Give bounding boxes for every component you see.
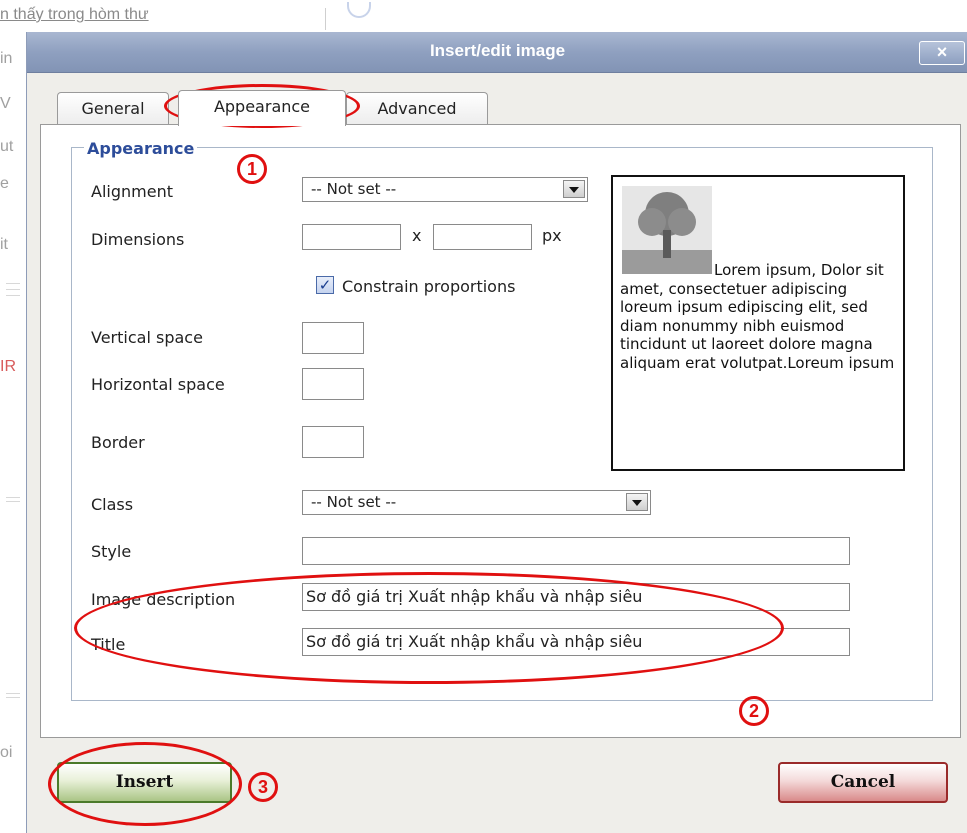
image-description-input[interactable]: Sơ đồ giá trị Xuất nhập khẩu và nhập siê…: [302, 583, 850, 611]
class-select-value: -- Not set --: [311, 493, 397, 511]
background-line: [6, 295, 20, 296]
dimensions-label: Dimensions: [91, 230, 185, 249]
background-link-text: n thấy trong hòm thư: [0, 6, 149, 23]
annotation-marker-2: 2: [739, 696, 769, 726]
class-label: Class: [91, 495, 134, 514]
title-label: Title: [91, 635, 126, 654]
title-input[interactable]: Sơ đồ giá trị Xuất nhập khẩu và nhập siê…: [302, 628, 850, 656]
background-fragment: V: [0, 95, 11, 112]
insert-button[interactable]: Insert: [57, 762, 232, 803]
close-button[interactable]: ×: [919, 41, 965, 65]
background-line: [6, 501, 20, 502]
background-fragment: ut: [0, 138, 14, 155]
background-line: [6, 289, 20, 290]
preview-text-content: Lorem ipsum, Dolor sit amet, consectetue…: [620, 261, 895, 372]
dialog-titlebar[interactable]: Insert/edit image ×: [27, 32, 967, 73]
image-description-label: Image description: [91, 590, 236, 609]
chevron-down-icon[interactable]: [626, 493, 648, 511]
horizontal-space-input[interactable]: [302, 368, 364, 400]
tab-advanced[interactable]: Advanced: [346, 92, 488, 126]
dimensions-unit: px: [542, 226, 562, 245]
background-divider: [325, 8, 326, 30]
width-input[interactable]: [302, 224, 401, 250]
constrain-proportions-checkbox[interactable]: ✓: [316, 276, 334, 294]
fieldset-legend: Appearance: [84, 139, 198, 158]
annotation-marker-1: 1: [237, 154, 267, 184]
tab-appearance[interactable]: Appearance: [178, 90, 346, 126]
image-description-value: Sơ đồ giá trị Xuất nhập khẩu và nhập siê…: [306, 587, 643, 606]
vertical-space-input[interactable]: [302, 322, 364, 354]
tab-general[interactable]: General: [57, 92, 169, 126]
alignment-select-value: -- Not set --: [311, 180, 397, 198]
alignment-label: Alignment: [91, 182, 173, 201]
border-input[interactable]: [302, 426, 364, 458]
border-label: Border: [91, 433, 145, 452]
height-input[interactable]: [433, 224, 532, 250]
background-fragment: oi: [0, 744, 13, 761]
dialog-title: Insert/edit image: [429, 41, 566, 60]
alignment-select[interactable]: -- Not set --: [302, 177, 588, 202]
background-fragment: e: [0, 175, 9, 192]
chevron-down-icon[interactable]: [563, 180, 585, 198]
horizontal-space-label: Horizontal space: [91, 375, 225, 394]
background-line: [6, 697, 20, 698]
title-input-value: Sơ đồ giá trị Xuất nhập khẩu và nhập siê…: [306, 632, 643, 651]
preview-text: Lorem ipsum, Dolor sit amet, consectetue…: [620, 261, 902, 372]
background-line: [6, 497, 20, 498]
background-fragment: it: [0, 236, 8, 253]
background-fragment: IR: [0, 358, 16, 375]
background-icon: [347, 2, 371, 18]
background-line: [6, 283, 20, 284]
dimensions-separator: x: [412, 226, 422, 245]
image-preview: Lorem ipsum, Dolor sit amet, consectetue…: [611, 175, 905, 471]
background-line: [6, 693, 20, 694]
annotation-marker-3: 3: [248, 772, 278, 802]
style-input[interactable]: [302, 537, 850, 565]
vertical-space-label: Vertical space: [91, 328, 203, 347]
style-label: Style: [91, 542, 132, 561]
class-select[interactable]: -- Not set --: [302, 490, 651, 515]
background-fragment: in: [0, 50, 13, 67]
constrain-proportions-label: Constrain proportions: [342, 277, 516, 296]
cancel-button[interactable]: Cancel: [778, 762, 948, 803]
